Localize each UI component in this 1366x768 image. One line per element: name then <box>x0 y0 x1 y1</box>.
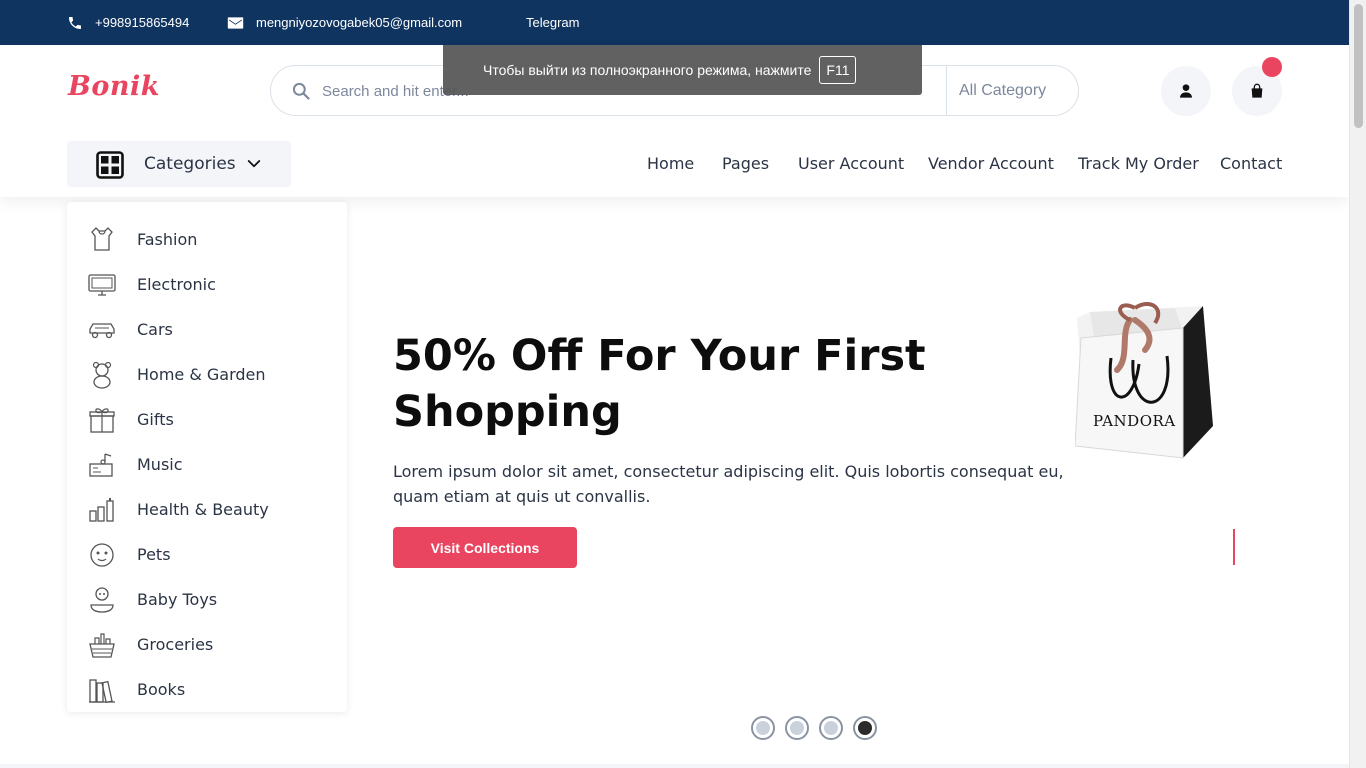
hero-title: 50% Off For Your First Shopping <box>393 331 926 437</box>
carousel-dot-3[interactable] <box>819 716 843 740</box>
shopping-bag-icon <box>1251 83 1263 98</box>
category-label: Groceries <box>137 635 214 654</box>
slide-divider <box>1233 529 1235 565</box>
nav-user-account[interactable]: User Account <box>798 154 904 173</box>
search-icon <box>292 82 310 100</box>
envelope-icon <box>227 16 244 29</box>
nav-track-order[interactable]: Track My Order <box>1078 154 1199 173</box>
category-label: Electronic <box>137 275 216 294</box>
category-label: Home & Garden <box>137 365 266 384</box>
category-item-books[interactable]: Books <box>67 667 347 712</box>
user-icon <box>1180 84 1192 98</box>
category-item-health-beauty[interactable]: Health & Beauty <box>67 487 347 532</box>
category-label: Baby Toys <box>137 590 218 609</box>
section-divider <box>0 764 1349 768</box>
category-item-music[interactable]: Music <box>67 442 347 487</box>
logo[interactable]: Bonik <box>68 71 160 102</box>
nav-pages[interactable]: Pages <box>722 154 769 173</box>
category-menu: Fashion Electronic Cars Home & Garden Gi… <box>67 202 347 712</box>
gift-icon <box>89 408 115 433</box>
category-label: Books <box>137 680 186 699</box>
baby-icon <box>90 587 114 613</box>
car-icon <box>89 323 115 339</box>
carousel-dot-1[interactable] <box>751 716 775 740</box>
telegram-link[interactable]: Telegram <box>526 0 579 45</box>
category-item-pets[interactable]: Pets <box>67 532 347 577</box>
monitor-icon <box>88 274 116 296</box>
topbar-email[interactable]: mengniyozovogabek05@gmail.com <box>227 0 462 45</box>
nav-contact[interactable]: Contact <box>1220 154 1282 173</box>
email-text: mengniyozovogabek05@gmail.com <box>256 15 463 30</box>
carousel-dot-2[interactable] <box>785 716 809 740</box>
cosmetics-icon <box>89 498 114 522</box>
dress-icon <box>91 227 113 251</box>
f11-key: F11 <box>819 56 857 84</box>
category-item-gifts[interactable]: Gifts <box>67 397 347 442</box>
categories-button[interactable]: Categories <box>67 141 291 187</box>
shopping-bag-image: PANDORA <box>1075 302 1213 459</box>
music-icon <box>89 453 113 477</box>
basket-icon <box>89 633 115 658</box>
topbar-phone[interactable]: +998915865494 <box>67 0 189 45</box>
category-label: Health & Beauty <box>137 500 269 519</box>
fullscreen-exit-tooltip: Чтобы выйти из полноэкранного режима, на… <box>443 45 922 95</box>
hero-description: Lorem ipsum dolor sit amet, consectetur … <box>393 462 1064 506</box>
carousel-dot-4[interactable] <box>853 716 877 740</box>
category-item-groceries[interactable]: Groceries <box>67 622 347 667</box>
categories-label: Categories <box>144 154 236 174</box>
category-label: Pets <box>137 545 171 564</box>
category-label: Fashion <box>137 230 198 249</box>
nav-vendor-account-link[interactable]: Vendor Account <box>928 154 1054 173</box>
grid-icon <box>96 151 124 179</box>
category-item-fashion[interactable]: Fashion <box>67 217 347 262</box>
chevron-down-icon <box>247 160 261 168</box>
scrollbar-thumb[interactable] <box>1354 4 1363 128</box>
nav-track-order-link[interactable]: Track My Order <box>1078 154 1199 173</box>
nav-user-account-link[interactable]: User Account <box>798 154 904 173</box>
nav-pages-link[interactable]: Pages <box>722 154 769 173</box>
phone-text: +998915865494 <box>95 15 190 30</box>
bag-brand-text: PANDORA <box>1093 412 1176 430</box>
category-item-electronic[interactable]: Electronic <box>67 262 347 307</box>
top-bar: +998915865494 mengniyozovogabek05@gmail.… <box>0 0 1366 45</box>
user-button[interactable] <box>1161 66 1211 116</box>
category-item-baby-toys[interactable]: Baby Toys <box>67 577 347 622</box>
books-icon <box>89 679 115 704</box>
teddy-bear-icon <box>92 361 112 389</box>
telegram-text: Telegram <box>526 15 580 30</box>
page-scrollbar[interactable] <box>1349 0 1366 768</box>
fullscreen-tip-text: Чтобы выйти из полноэкранного режима, на… <box>483 62 812 78</box>
nav-home[interactable]: Home <box>647 154 694 173</box>
nav-contact-link[interactable]: Contact <box>1220 154 1282 173</box>
cart-badge <box>1262 57 1282 77</box>
category-select[interactable]: All Category <box>946 66 1078 115</box>
visit-collections-button[interactable]: Visit Collections <box>393 527 577 568</box>
nav-home-link[interactable]: Home <box>647 154 694 173</box>
nav-vendor-account[interactable]: Vendor Account <box>928 154 1054 173</box>
category-label: Cars <box>137 320 173 339</box>
category-label: Music <box>137 455 183 474</box>
category-item-home-garden[interactable]: Home & Garden <box>67 352 347 397</box>
category-item-cars[interactable]: Cars <box>67 307 347 352</box>
category-label: Gifts <box>137 410 174 429</box>
phone-icon <box>69 16 81 29</box>
pet-icon <box>90 543 114 567</box>
